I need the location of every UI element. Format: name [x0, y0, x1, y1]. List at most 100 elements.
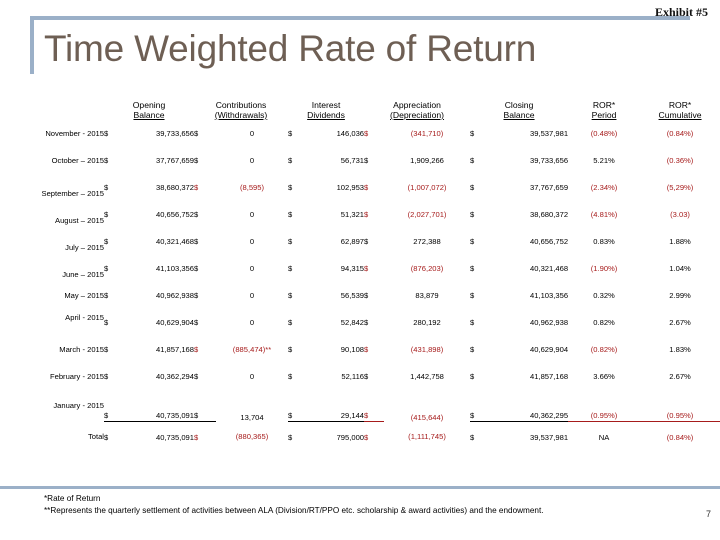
closing-balance-value: 40,629,904 — [530, 345, 569, 354]
appreciation-depreciation-value: (415,644) — [410, 412, 444, 422]
appreciation-depreciation-value: 1,442,758 — [410, 372, 444, 381]
ror-cumulative-value: (0.84%) — [666, 129, 694, 138]
table-row: February - 2015 $40,362,294 $0 $52,116 $1,44… — [0, 363, 720, 390]
appreciation-currency-symbol: $ — [364, 210, 369, 219]
closing-currency-symbol: $ — [470, 210, 475, 219]
header-interest-top: Interest — [311, 100, 341, 110]
header-apprec-bottom: (Depreciation) — [390, 110, 445, 120]
ror-period-value: 3.66% — [593, 372, 615, 381]
contributions-withdrawals-value: (885,474)** — [232, 345, 272, 354]
appreciation-currency-symbol: $ — [364, 183, 369, 192]
interest-currency-symbol: $ — [288, 129, 293, 138]
total-appreciation-depreciation-value: (1,111,745) — [408, 432, 446, 442]
closing-balance-value: 37,767,659 — [530, 183, 569, 192]
interest-dividends-value: 56,539 — [340, 291, 365, 300]
appreciation-currency-symbol: $ — [364, 129, 369, 138]
ror-cumulative-value: (0.36%) — [666, 156, 694, 165]
header-month-bottom — [0, 110, 104, 120]
total-label: Total — [87, 432, 104, 442]
table-row: March - 2015 $41,857,168 $ (885,474)** $90,1… — [0, 336, 720, 363]
interest-currency-symbol: $ — [288, 372, 293, 381]
interest-currency-symbol: $ — [288, 390, 305, 422]
ror-period-value: 0.32% — [593, 291, 615, 300]
opening-balance-value: 41,103,356 — [155, 264, 194, 273]
opening-balance-value: 37,767,659 — [155, 156, 194, 165]
contributions-currency-symbol: $ — [194, 183, 199, 192]
opening-currency-symbol: $ — [104, 264, 109, 273]
opening-currency-symbol: $ — [104, 129, 109, 138]
contributions-currency-symbol: $ — [194, 210, 199, 219]
header-month-top — [0, 100, 104, 110]
contributions-withdrawals-value: 0 — [249, 237, 255, 246]
opening-balance-value: 40,962,938 — [155, 291, 194, 300]
opening-balance-value: 40,735,091 — [116, 390, 194, 422]
appreciation-currency-symbol: $ — [364, 156, 369, 165]
header-contrib-top: Contributions — [215, 100, 267, 110]
header-ror-period-bottom: Period — [591, 110, 617, 120]
ror-cumulative-value: 1.88% — [669, 237, 691, 246]
contributions-currency-symbol: $ — [194, 318, 199, 327]
interest-dividends-value: 51,321 — [340, 210, 365, 219]
header-contrib-bottom: (Withdrawals) — [214, 110, 268, 120]
interest-dividends-value: 29,144 — [304, 390, 365, 422]
closing-balance-value: 40,321,468 — [530, 264, 569, 273]
row-month-label: November - 2015 — [45, 129, 104, 138]
header-row-top: Opening Contributions Interest Appreciat… — [0, 100, 720, 110]
row-month-label: July – 2015 — [65, 243, 104, 252]
closing-currency-symbol: $ — [470, 318, 475, 327]
page-title: Time Weighted Rate of Return — [44, 28, 537, 69]
appreciation-depreciation-value: 1,909,266 — [410, 156, 444, 165]
closing-balance-value: 40,656,752 — [530, 237, 569, 246]
closing-balance-value: 41,103,356 — [530, 291, 569, 300]
twrr-table-container: Opening Contributions Interest Appreciat… — [0, 100, 720, 452]
closing-currency-symbol: $ — [470, 390, 491, 422]
interest-currency-symbol: $ — [288, 345, 293, 354]
closing-balance-value: 40,362,295 — [490, 390, 569, 422]
interest-currency-symbol: $ — [288, 291, 293, 300]
row-month-label: September – 2015 — [41, 189, 104, 198]
row-month-label: June – 2015 — [62, 270, 104, 279]
contributions-withdrawals-value: 0 — [249, 156, 255, 165]
interest-currency-symbol: $ — [288, 318, 293, 327]
header-closing-top: Closing — [504, 100, 534, 110]
ror-period-value: 0.82% — [593, 318, 615, 327]
row-month-label: January - 2015 — [53, 401, 104, 411]
row-month-label: October – 2015 — [51, 156, 104, 165]
appreciation-currency-symbol: $ — [364, 318, 369, 327]
ror-period-value: (0.95%) — [568, 390, 641, 422]
contributions-withdrawals-value: 0 — [249, 291, 255, 300]
closing-currency-symbol: $ — [470, 237, 475, 246]
title-accent-bar-left — [30, 16, 34, 74]
appreciation-currency-symbol: $ — [364, 345, 369, 354]
footnote-rate-of-return: *Rate of Return — [44, 494, 101, 503]
opening-balance-value: 40,629,904 — [155, 318, 194, 327]
table-row: November - 2015 $39,733,656 $0 $146,036 $ (34… — [0, 120, 720, 147]
opening-balance-value: 39,733,656 — [155, 129, 194, 138]
ror-cumulative-value: 1.04% — [669, 264, 691, 273]
closing-balance-value: 38,680,372 — [530, 210, 569, 219]
appreciation-currency-symbol: $ — [364, 237, 369, 246]
ror-period-value: (2.34%) — [590, 183, 618, 192]
opening-currency-symbol: $ — [104, 345, 109, 354]
total-ror-period-value: NA — [598, 432, 610, 442]
appreciation-depreciation-value: 272,388 — [413, 237, 441, 246]
contributions-withdrawals-value: 0 — [249, 318, 255, 327]
interest-dividends-value: 94,315 — [340, 264, 365, 273]
contributions-currency-symbol: $ — [194, 129, 199, 138]
appreciation-currency-symbol: $ — [364, 264, 369, 273]
header-ror-period-top: ROR* — [592, 100, 616, 110]
closing-currency-symbol: $ — [470, 264, 475, 273]
closing-currency-symbol: $ — [470, 156, 475, 165]
header-ror-cumulative-bottom: Cumulative — [658, 110, 702, 120]
interest-dividends-value: 102,953 — [336, 183, 365, 192]
opening-currency-symbol: $ — [104, 318, 109, 327]
opening-balance-value: 40,321,468 — [155, 237, 194, 246]
appreciation-depreciation-value: 83,879 — [415, 291, 439, 300]
header-row-bottom: Balance (Withdrawals) Dividends (Depreci… — [0, 110, 720, 120]
total-interest-dividends-value: 795,000 — [336, 432, 365, 442]
interest-currency-symbol: $ — [288, 183, 293, 192]
ror-cumulative-value: 1.83% — [669, 345, 691, 354]
table-row: June – 2015 $41,103,356 $0 $94,315 $ (876,203… — [0, 255, 720, 282]
row-month-label: August – 2015 — [55, 216, 104, 225]
contributions-currency-symbol: $ — [194, 390, 216, 422]
